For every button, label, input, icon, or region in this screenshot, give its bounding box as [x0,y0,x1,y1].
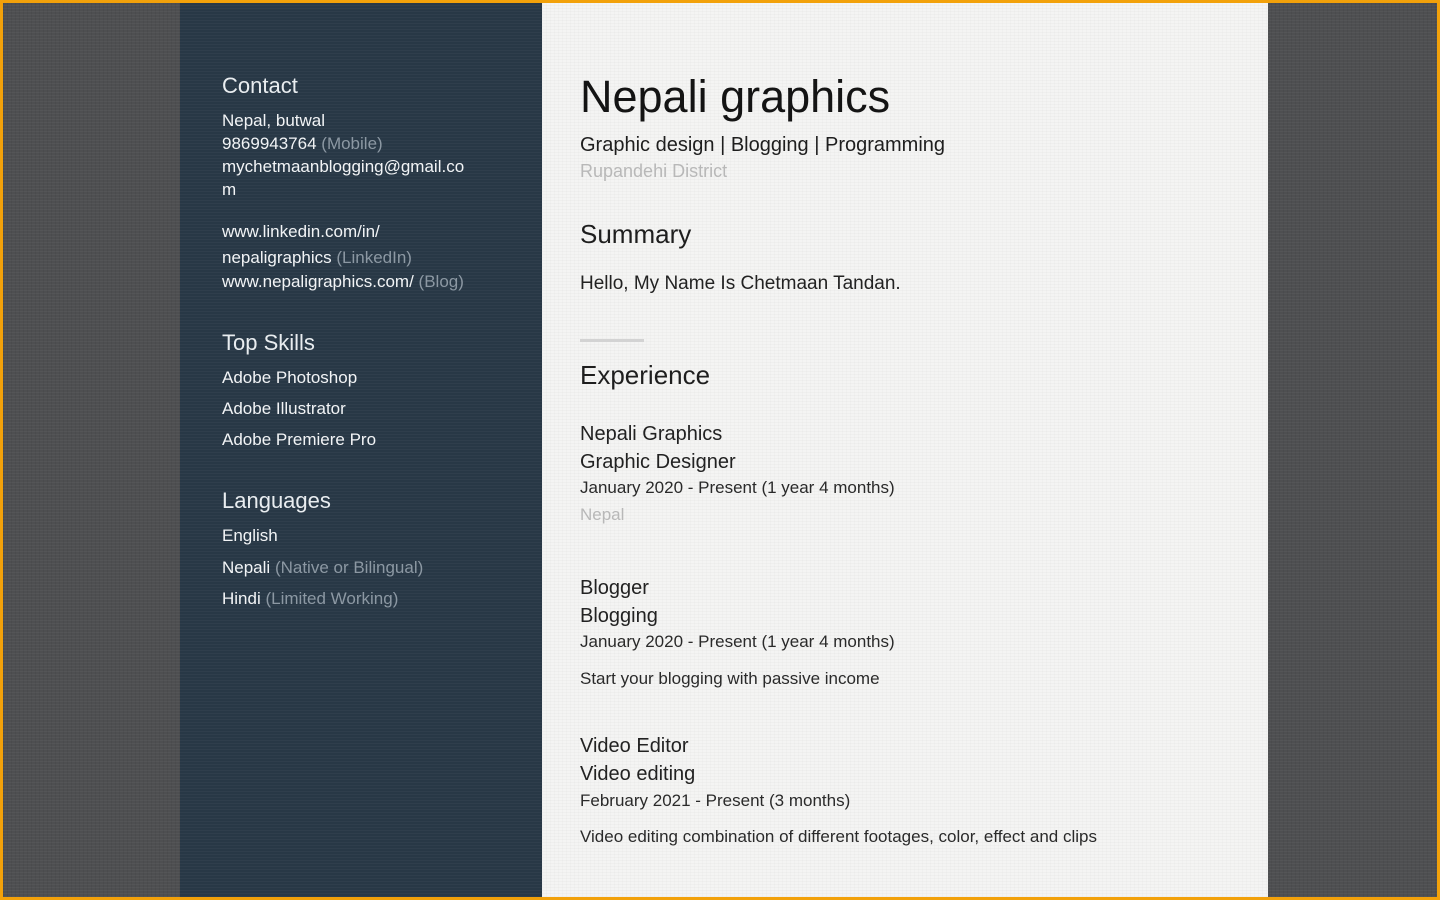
blog-row: www.nepaligraphics.com/ (Blog) [222,272,464,292]
contact-phone-label: (Mobile) [321,134,383,153]
language-item-hindi: Hindi (Limited Working) [222,589,398,609]
experience-description: Start your blogging with passive income [580,669,880,688]
blog-label: (Blog) [418,272,464,291]
language-level: (Native or Bilingual) [274,558,424,577]
linkedin-link-line2[interactable]: nepaligraphics [222,248,332,267]
language-level: (Limited Working) [265,589,399,608]
contact-phone[interactable]: 9869943764 [222,134,317,153]
skill-item: Adobe Photoshop [222,368,358,387]
experience-description: Video editing combination of different f… [580,827,1097,846]
profile-name: Nepali graphics [580,71,891,122]
language-name: English [222,526,278,545]
languages-heading: Languages [222,488,331,513]
contact-phone-row: 9869943764 (Mobile) [222,134,383,154]
experience-role: Graphic Designer [580,451,736,473]
experience-company: Video Editor [580,735,689,757]
profile-location: Rupandehi District [580,161,728,181]
language-item-nepali: Nepali (Native or Bilingual) [222,558,423,578]
linkedin-label: (LinkedIn) [336,248,412,267]
experience-dates: January 2020 - Present (1 year 4 months) [580,478,895,497]
section-divider [580,339,644,342]
experience-location: Nepal [580,505,625,524]
page-frame: Contact Nepal, butwal 9869943764 (Mobile… [3,3,1437,897]
sidebar: Contact Nepal, butwal 9869943764 (Mobile… [180,3,542,897]
language-name: Hindi [222,589,261,608]
main-content: Nepali graphics Graphic design | Bloggin… [542,3,1268,897]
blog-link[interactable]: www.nepaligraphics.com/ [222,272,414,291]
experience-company: Nepali Graphics [580,423,723,445]
profile-headline: Graphic design | Blogging | Programming [580,134,946,156]
linkedin-link-line1[interactable]: www.linkedin.com/in/ [222,222,380,242]
linkedin-row: nepaligraphics (LinkedIn) [222,248,412,268]
experience-role: Blogging [580,605,658,627]
skill-item: Adobe Premiere Pro [222,430,377,449]
experience-role: Video editing [580,763,696,785]
skills-heading: Top Skills [222,330,315,355]
experience-company: Blogger [580,577,649,599]
experience-dates: February 2021 - Present (3 months) [580,791,851,810]
contact-location: Nepal, butwal [222,111,326,130]
contact-heading: Contact [222,73,298,98]
skill-item: Adobe Illustrator [222,399,346,418]
contact-email-line2[interactable]: m [222,180,236,200]
language-name: Nepali [222,558,271,577]
experience-heading: Experience [580,360,711,390]
summary-text: Hello, My Name Is Chetmaan Tandan. [580,273,901,294]
experience-dates: January 2020 - Present (1 year 4 months) [580,632,895,651]
summary-heading: Summary [580,219,692,249]
language-item-english: English [222,526,278,546]
contact-email-line1[interactable]: mychetmaanblogging@gmail.co [222,157,464,177]
